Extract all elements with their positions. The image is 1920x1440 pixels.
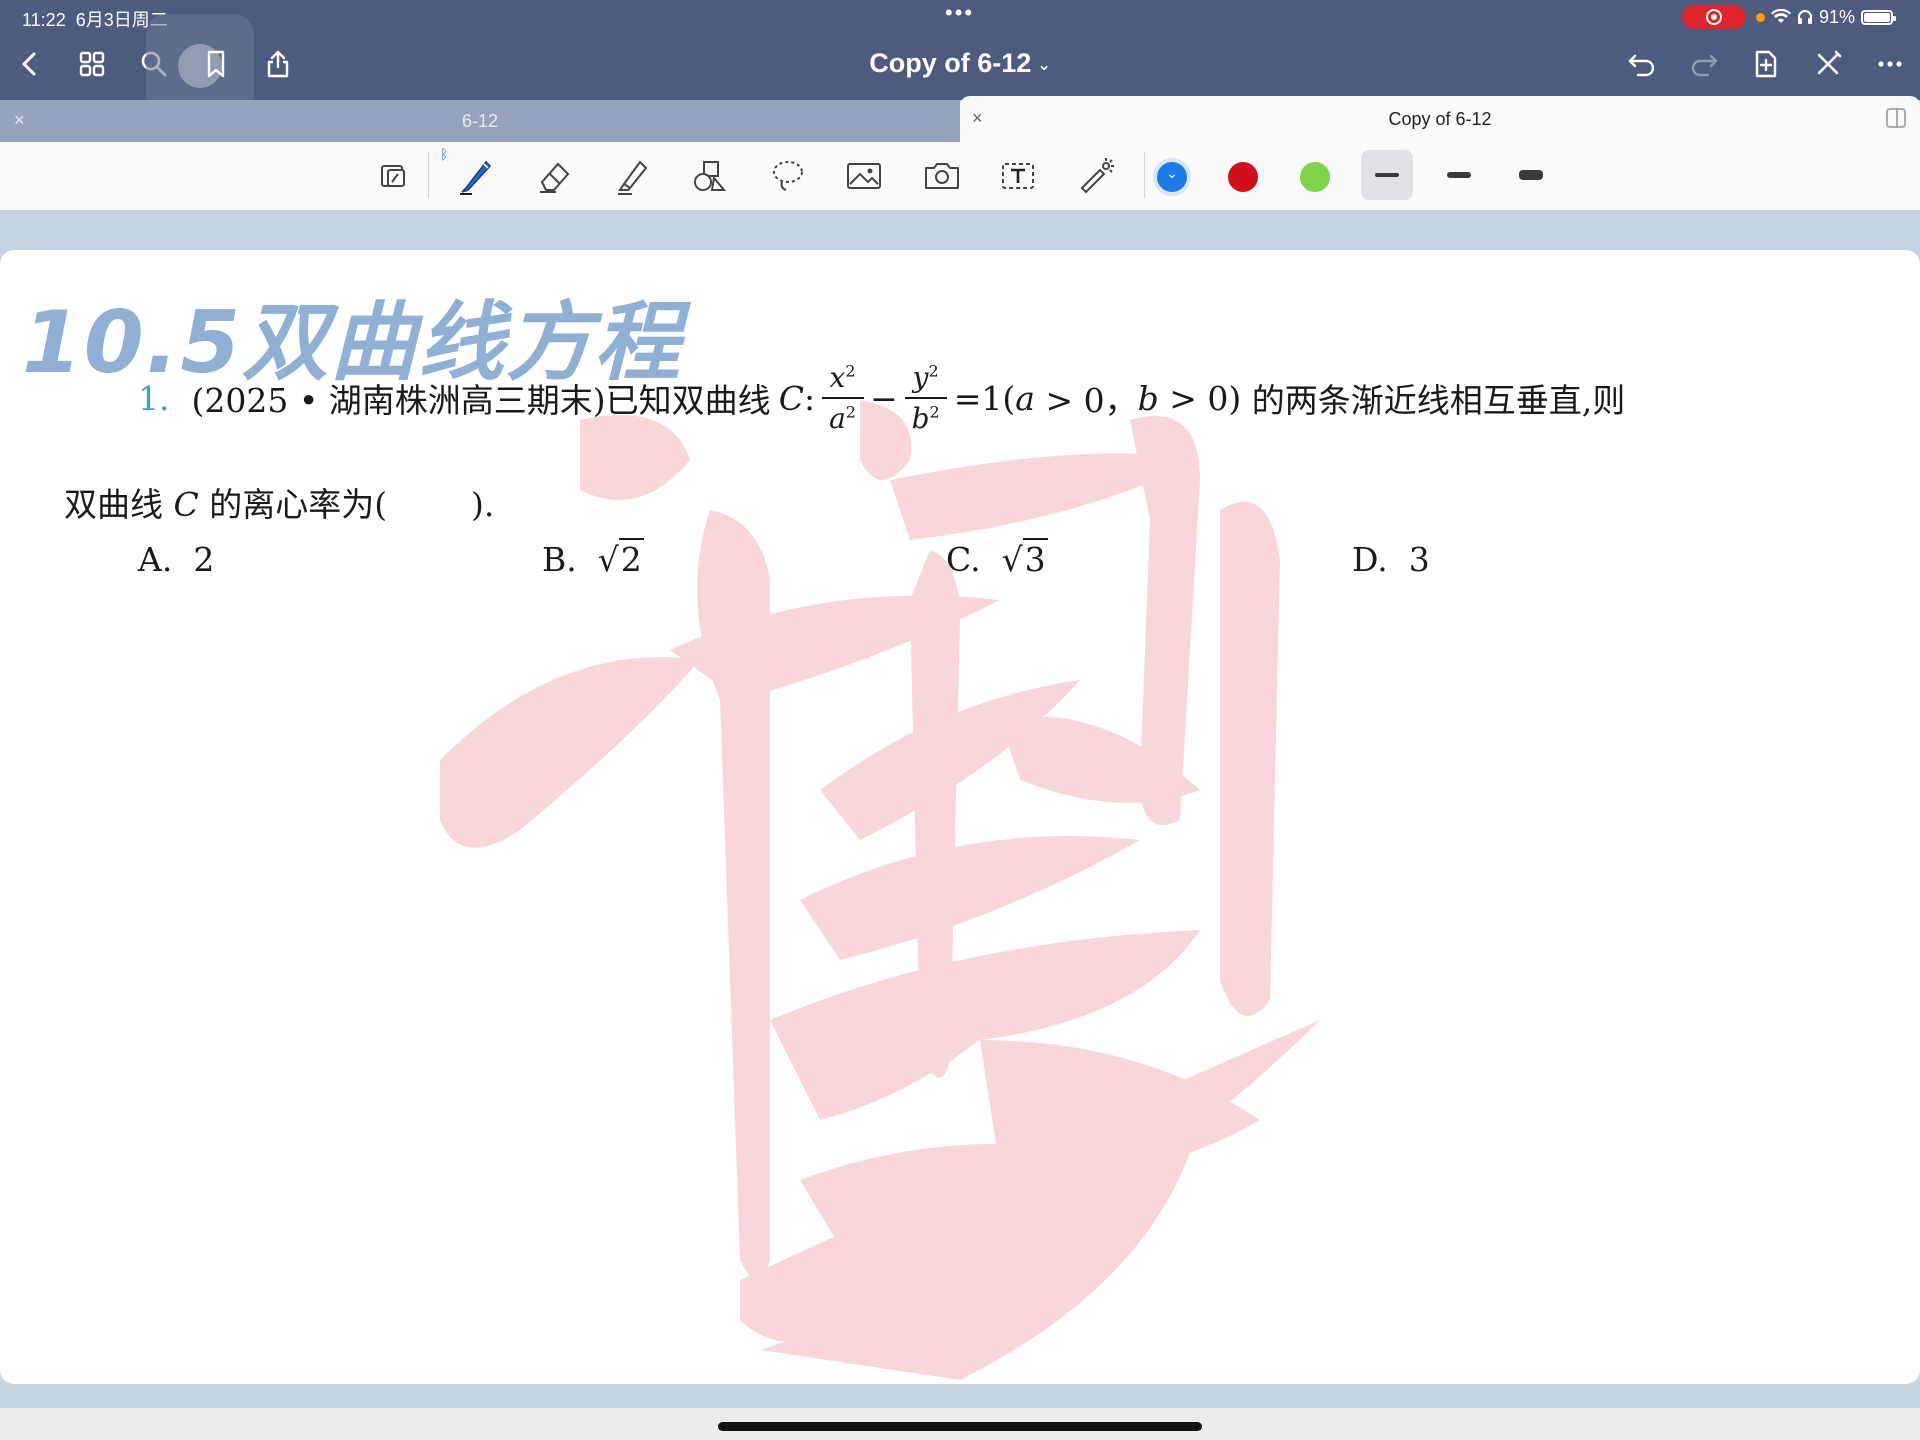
wifi-icon <box>1771 9 1791 23</box>
color-swatch-green[interactable] <box>1300 162 1330 192</box>
eraser-icon[interactable] <box>530 152 578 200</box>
laser-pointer-icon[interactable] <box>1072 152 1120 200</box>
redo-icon[interactable] <box>1686 46 1722 82</box>
option-d: D. 3 <box>1352 540 1430 579</box>
toolbar-divider <box>428 152 429 198</box>
color-swatch-blue[interactable] <box>1157 162 1187 192</box>
stroke-width-thin[interactable] <box>1361 150 1413 200</box>
annotation-toolbar: ᛒ <box>0 142 1920 211</box>
tab-label: 6-12 <box>461 111 499 131</box>
option-a: A. 2 <box>138 540 215 579</box>
colon: : <box>803 378 816 418</box>
question-tail: 的两条渐近线相互垂直,则 <box>1241 381 1626 420</box>
document-title: Copy of 6-12 <box>869 48 1032 78</box>
option-c: C. √3 <box>946 538 1048 579</box>
question-1-line-2: 双曲线 C 的离心率为( ). <box>64 485 495 524</box>
mic-in-use-icon <box>1756 12 1765 22</box>
question-number: 1. <box>138 378 170 418</box>
lasso-icon[interactable] <box>764 152 812 200</box>
chevron-down-icon: ⌄ <box>1037 56 1051 74</box>
stroke-width-thick[interactable] <box>1505 150 1557 200</box>
tab-label: Copy of 6-12 <box>1388 109 1492 129</box>
question-1-text: 1. (2025 • 湖南株洲高三期末)已知双曲线 C : x2 a2 − y2… <box>138 360 1625 436</box>
battery-percent: 91% <box>1819 6 1856 27</box>
question-source: (2025 • 湖南株洲高三期末)已知双曲线 <box>191 381 771 420</box>
curve-name: C <box>778 378 804 418</box>
screen-recording-indicator-icon[interactable] <box>1682 5 1746 29</box>
tab-copy-of-6-12[interactable]: × Copy of 6-12 <box>960 96 1920 142</box>
bluetooth-icon: ᛒ <box>440 146 449 162</box>
add-page-icon[interactable] <box>1748 46 1784 82</box>
home-indicator[interactable] <box>718 1422 1202 1431</box>
close-editing-icon[interactable] <box>1810 46 1846 82</box>
image-icon[interactable] <box>840 152 888 200</box>
split-view-icon[interactable] <box>1886 108 1906 128</box>
more-options-icon[interactable] <box>1872 46 1908 82</box>
text-box-icon[interactable] <box>994 152 1042 200</box>
undo-icon[interactable] <box>1624 46 1660 82</box>
stroke-width-medium[interactable] <box>1433 150 1485 200</box>
condition-b: > 0) <box>1158 378 1242 418</box>
var-a: a <box>1015 378 1035 418</box>
highlighter-icon[interactable] <box>608 152 656 200</box>
fraction-x2-a2: x2 a2 <box>821 360 864 436</box>
battery-icon <box>1861 9 1897 25</box>
multitasking-dots-icon[interactable]: ••• <box>945 0 974 26</box>
camera-icon[interactable] <box>918 152 966 200</box>
option-b: B. √2 <box>542 538 644 579</box>
headphones-icon <box>1798 10 1812 24</box>
toolbar-divider <box>1144 152 1145 198</box>
minus-sign: − <box>869 378 898 418</box>
color-swatch-red[interactable] <box>1228 162 1258 192</box>
read-only-mode-icon[interactable] <box>370 152 418 200</box>
shapes-icon[interactable] <box>686 152 734 200</box>
condition-a: > 0， <box>1034 381 1138 420</box>
top-navigation-bar: 11:22 6月3日周二 ••• 91% Copy of 6-12 ⌄ <box>0 0 1920 120</box>
var-b: b <box>1137 378 1159 418</box>
equation-equals-one: =1( <box>953 378 1016 418</box>
pen-icon[interactable] <box>452 152 500 200</box>
status-indicators: 91% <box>1756 5 1897 29</box>
tab-6-12[interactable]: × 6-12 <box>0 100 960 142</box>
document-page[interactable]: 10.5双曲线方程 1. (2025 • 湖南株洲高三期末)已知双曲线 C : … <box>0 250 1920 1384</box>
fraction-y2-b2: y2 b2 <box>904 360 948 436</box>
